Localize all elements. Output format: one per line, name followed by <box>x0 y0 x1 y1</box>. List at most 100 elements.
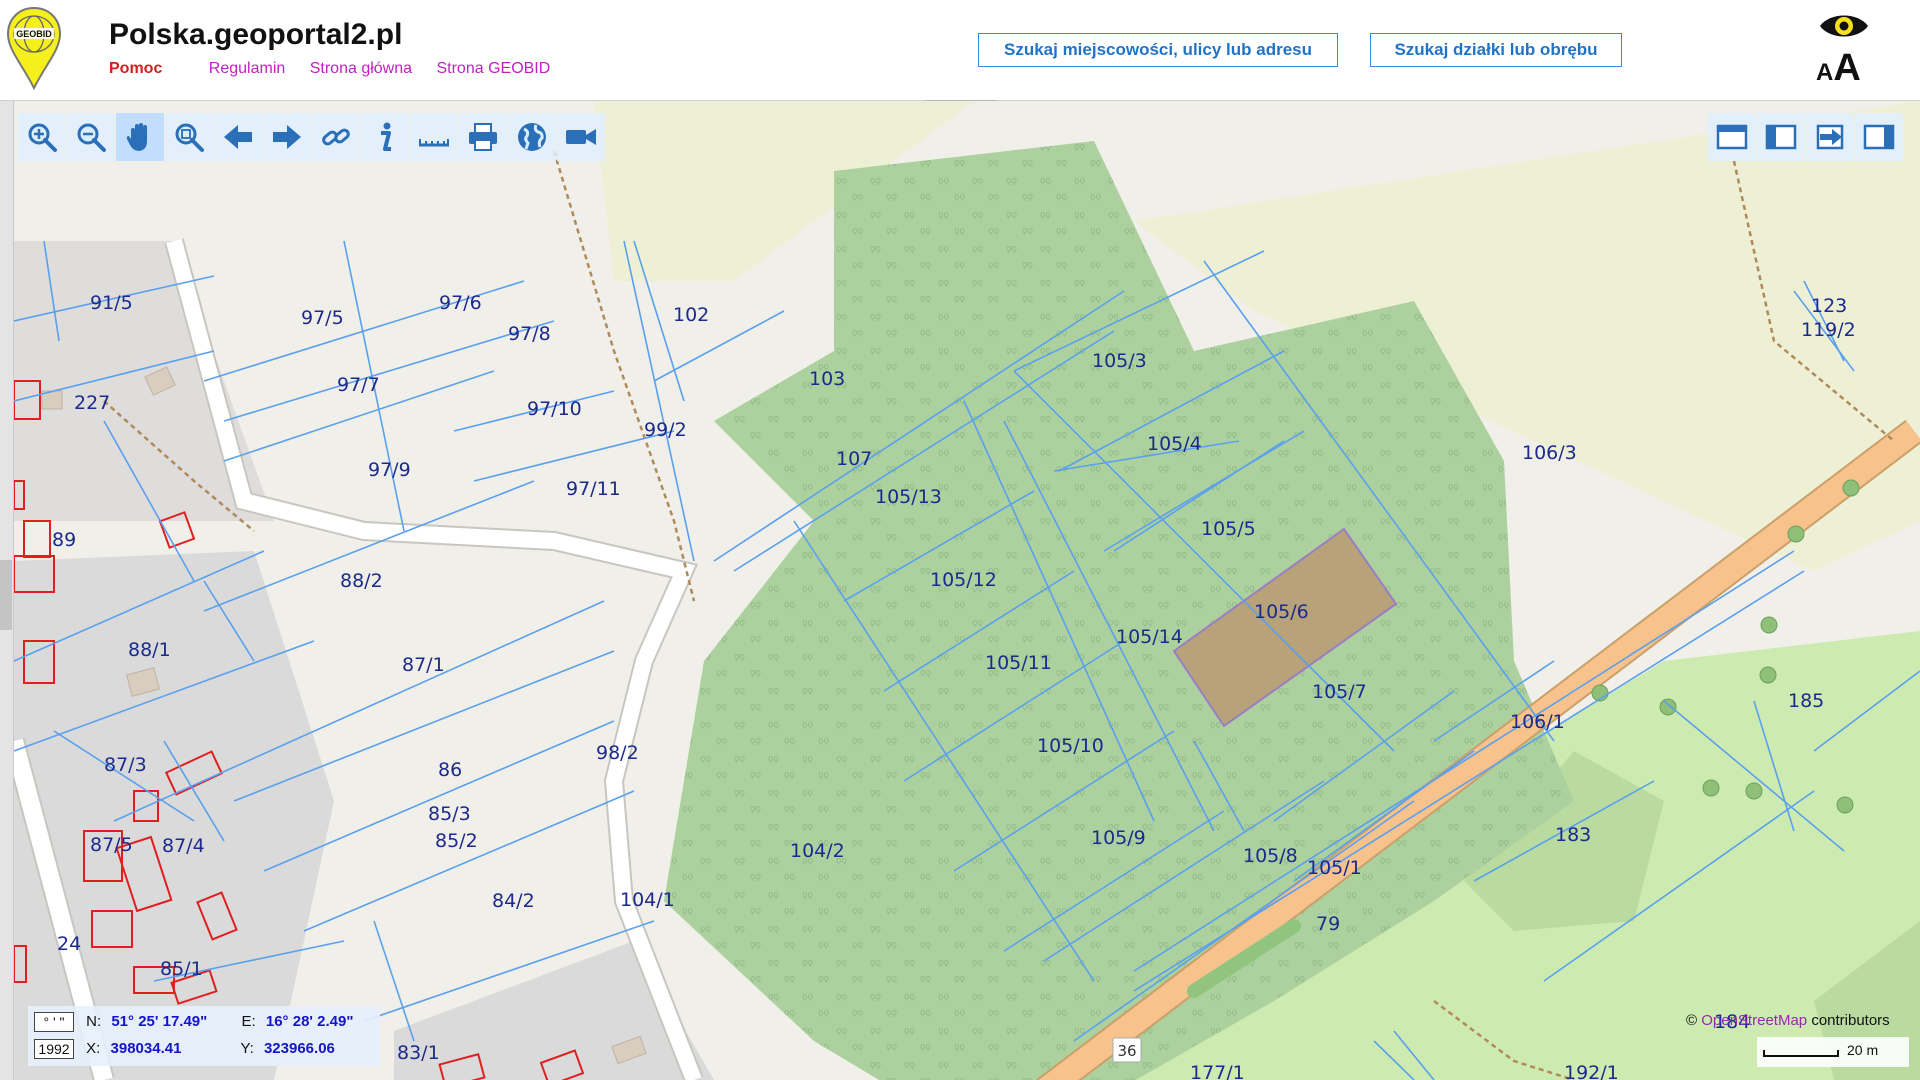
svg-text:85/2: 85/2 <box>435 830 478 852</box>
svg-text:105/4: 105/4 <box>1147 433 1202 455</box>
map-svg: ϙϙ ϙϙ <box>14 101 1920 1080</box>
x-value: 398034.41 <box>110 1040 182 1057</box>
openstreetmap-link[interactable]: OpenStreetMap <box>1701 1012 1807 1029</box>
svg-text:105/11: 105/11 <box>985 652 1052 674</box>
font-size-icon[interactable]: AA <box>1816 48 1870 88</box>
format-1992-toggle[interactable]: 1992 <box>34 1039 74 1060</box>
svg-text:105/6: 105/6 <box>1254 601 1309 623</box>
info-button[interactable] <box>361 113 409 161</box>
svg-text:97/7: 97/7 <box>337 374 380 396</box>
svg-text:86: 86 <box>438 759 462 781</box>
svg-text:103: 103 <box>809 368 845 390</box>
zoom-in-button[interactable] <box>18 113 66 161</box>
top-nav: Pomoc Regulamin Strona główna Strona GEO… <box>109 60 570 78</box>
svg-text:83/1: 83/1 <box>397 1042 440 1064</box>
map-attribution: © OpenStreetMap contributors <box>1686 1012 1890 1029</box>
zoom-in-icon <box>28 123 57 152</box>
e-value: 16° 28' 2.49" <box>265 1013 354 1030</box>
arrow-back-icon <box>224 125 252 149</box>
road-number-shield: 36 <box>1112 1037 1142 1063</box>
svg-text:97/11: 97/11 <box>566 478 621 500</box>
svg-text:105/12: 105/12 <box>930 569 997 591</box>
pan-button[interactable] <box>116 113 164 161</box>
zoom-box-icon <box>175 123 204 152</box>
zoom-box-button[interactable] <box>165 113 213 161</box>
left-panel-toggle[interactable] <box>0 560 12 630</box>
svg-text:87/4: 87/4 <box>162 835 205 857</box>
info-icon <box>381 122 391 151</box>
print-icon <box>469 123 497 151</box>
svg-text:105/9: 105/9 <box>1091 827 1146 849</box>
link-icon <box>322 128 350 146</box>
n-label: N: <box>86 1013 102 1030</box>
svg-text:102: 102 <box>673 304 709 326</box>
x-label: X: <box>86 1040 101 1057</box>
nav-regulamin[interactable]: Regulamin <box>209 60 285 77</box>
window-full-button[interactable] <box>1708 113 1756 161</box>
svg-text:97/8: 97/8 <box>508 323 551 345</box>
map-canvas[interactable]: ϙϙ ϙϙ <box>14 101 1920 1080</box>
svg-text:88/2: 88/2 <box>340 570 383 592</box>
svg-text:99/2: 99/2 <box>644 419 687 441</box>
svg-text:24: 24 <box>57 933 81 955</box>
coordinate-row-geographic: ° ' " N: 51° 25' 17.49" E: 16° 28' 2.49" <box>34 1011 353 1033</box>
measure-ruler-icon <box>419 139 449 147</box>
eye-icon[interactable] <box>1818 8 1870 44</box>
coordinate-panel: ° ' " N: 51° 25' 17.49" E: 16° 28' 2.49"… <box>28 1006 380 1066</box>
svg-text:104/2: 104/2 <box>790 840 845 862</box>
svg-text:107: 107 <box>836 448 872 470</box>
svg-text:105/10: 105/10 <box>1037 735 1104 757</box>
zoom-out-button[interactable] <box>67 113 115 161</box>
svg-text:183: 183 <box>1555 824 1591 846</box>
print-button[interactable] <box>459 113 507 161</box>
window-right-panel-icon <box>1863 124 1895 150</box>
svg-text:97/6: 97/6 <box>439 292 482 314</box>
svg-text:85/3: 85/3 <box>428 803 471 825</box>
y-value: 323966.06 <box>263 1040 335 1057</box>
svg-text:88/1: 88/1 <box>128 639 171 661</box>
forward-button[interactable] <box>263 113 311 161</box>
link-button[interactable] <box>312 113 360 161</box>
nav-strona-glowna[interactable]: Strona główna <box>310 60 412 77</box>
globe-button[interactable] <box>508 113 556 161</box>
nav-strona-geobid[interactable]: Strona GEOBID <box>436 60 550 77</box>
svg-text:227: 227 <box>74 392 110 414</box>
measure-button[interactable] <box>410 113 458 161</box>
header-bar: GEOBID Polska.geoportal2.pl Pomoc Regula… <box>0 0 1920 101</box>
svg-text:105/13: 105/13 <box>875 486 942 508</box>
svg-text:105/5: 105/5 <box>1201 518 1256 540</box>
y-label: Y: <box>240 1040 254 1057</box>
window-right-panel-button[interactable] <box>1855 113 1903 161</box>
svg-text:177/1: 177/1 <box>1190 1062 1245 1080</box>
search-parcel-button[interactable]: Szukaj działki lub obrębu <box>1370 33 1622 67</box>
svg-text:85/1: 85/1 <box>160 958 203 980</box>
svg-text:97/9: 97/9 <box>368 459 411 481</box>
svg-text:36: 36 <box>1117 1042 1136 1060</box>
e-label: E: <box>241 1013 256 1030</box>
svg-text:97/5: 97/5 <box>301 307 344 329</box>
geobid-logo[interactable]: GEOBID <box>6 6 62 90</box>
format-dms-toggle[interactable]: ° ' " <box>34 1012 74 1033</box>
svg-text:98/2: 98/2 <box>596 742 639 764</box>
export-button[interactable] <box>1806 113 1854 161</box>
svg-text:89: 89 <box>52 529 76 551</box>
back-button[interactable] <box>214 113 262 161</box>
svg-text:105/3: 105/3 <box>1092 350 1147 372</box>
svg-text:105/1: 105/1 <box>1307 857 1362 879</box>
svg-text:79: 79 <box>1316 913 1340 935</box>
svg-text:105/7: 105/7 <box>1312 681 1367 703</box>
camera-button[interactable] <box>557 113 605 161</box>
arrow-forward-icon <box>273 125 301 149</box>
camera-icon <box>566 129 596 145</box>
svg-text:106/3: 106/3 <box>1522 442 1577 464</box>
search-address-button[interactable]: Szukaj miejscowości, ulicy lub adresu <box>978 33 1338 67</box>
svg-text:192/1: 192/1 <box>1564 1062 1619 1080</box>
svg-text:105/14: 105/14 <box>1116 626 1183 648</box>
svg-text:104/1: 104/1 <box>620 889 675 911</box>
window-left-panel-button[interactable] <box>1757 113 1805 161</box>
svg-text:97/10: 97/10 <box>527 398 582 420</box>
logo-text: GEOBID <box>16 29 52 39</box>
coordinate-row-1992: 1992 X: 398034.41 Y: 323966.06 <box>34 1038 335 1060</box>
nav-pomoc[interactable]: Pomoc <box>109 60 162 77</box>
svg-text:87/1: 87/1 <box>402 654 445 676</box>
